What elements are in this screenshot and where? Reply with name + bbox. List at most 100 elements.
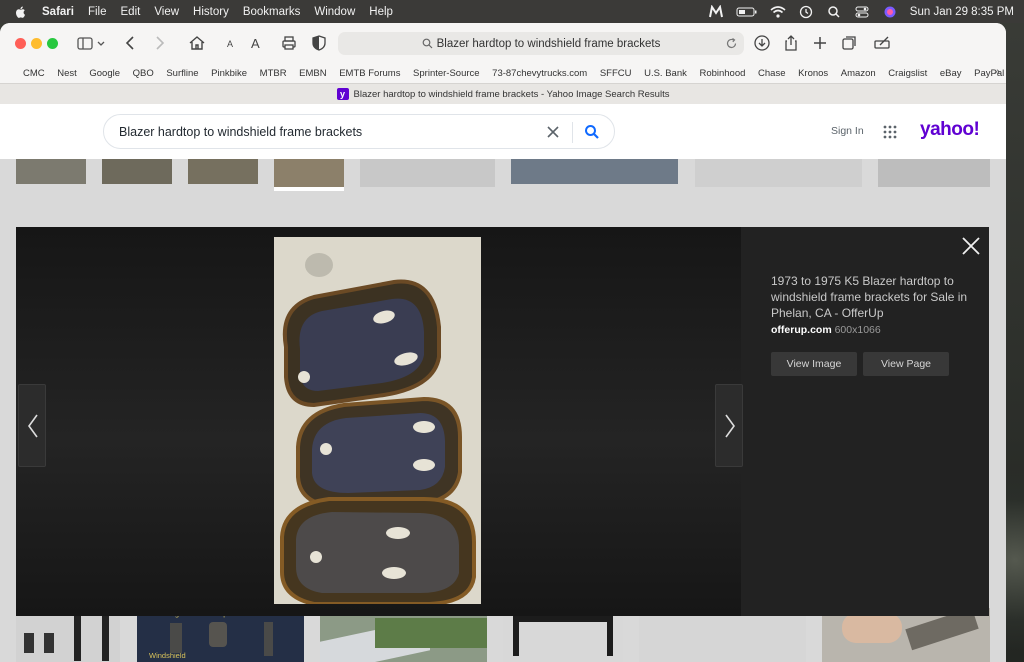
result-thumbnail[interactable]	[878, 159, 990, 187]
result-thumbnail[interactable]	[102, 159, 172, 184]
result-thumbnail[interactable]	[360, 159, 495, 187]
active-tab[interactable]: y Blazer hardtop to windshield frame bra…	[336, 88, 670, 100]
address-text: Blazer hardtop to windshield frame brack…	[436, 37, 661, 50]
chevron-down-icon[interactable]	[95, 33, 107, 53]
result-thumbnail-selected[interactable]	[274, 159, 344, 191]
menu-app-safari[interactable]: Safari	[42, 6, 74, 18]
home-icon[interactable]	[187, 33, 207, 53]
result-thumbnail[interactable]	[188, 159, 258, 184]
forward-icon[interactable]	[149, 33, 169, 53]
view-page-button[interactable]: View Page	[863, 352, 949, 376]
sign-in-link[interactable]: Sign In	[831, 125, 864, 137]
next-image-button[interactable]	[715, 384, 743, 467]
source-domain[interactable]: offerup.com	[771, 324, 832, 336]
address-bar[interactable]: Blazer hardtop to windshield frame brack…	[338, 32, 744, 55]
close-window-button[interactable]	[15, 38, 26, 49]
favorites-bar: CMC Nest Google QBO Surfline Pinkbike MT…	[0, 63, 1006, 83]
siri-icon[interactable]	[882, 5, 898, 19]
apple-icon[interactable]	[14, 5, 28, 19]
favorite-link[interactable]: SFFCU	[600, 68, 632, 79]
result-thumbnail[interactable]	[822, 607, 990, 662]
result-thumbnail[interactable]	[16, 159, 86, 184]
image-dimensions: 600x1066	[834, 324, 881, 336]
favorite-link[interactable]: Google	[89, 68, 120, 79]
preview-image[interactable]	[274, 237, 481, 604]
favorite-link[interactable]: Nest	[57, 68, 77, 79]
reading-list-icon[interactable]	[872, 33, 892, 53]
favorite-link[interactable]: Pinkbike	[211, 68, 247, 79]
text-larger-icon[interactable]: A	[247, 33, 267, 53]
menu-bar: Safari File Edit View History Bookmarks …	[0, 0, 1024, 23]
tab-title: Blazer hardtop to windshield frame brack…	[353, 88, 670, 100]
spotlight-search-icon[interactable]	[826, 5, 842, 19]
yahoo-favicon-icon: y	[336, 88, 349, 100]
search-box[interactable]: Blazer hardtop to windshield frame brack…	[103, 114, 615, 149]
safari-window: A A Blazer hardtop to windshield frame b…	[0, 23, 1006, 662]
favorite-link[interactable]: Chase	[758, 68, 785, 79]
chevron-right-icon	[725, 414, 735, 438]
search-query[interactable]: Blazer hardtop to windshield frame brack…	[119, 125, 362, 139]
favorite-link[interactable]: EMBN	[299, 68, 326, 79]
favorite-link[interactable]: Craigslist	[888, 68, 927, 79]
favorite-link[interactable]: 73-87chevytrucks.com	[492, 68, 587, 79]
previous-image-button[interactable]	[18, 384, 46, 467]
favorite-link[interactable]: MTBR	[260, 68, 287, 79]
search-icon[interactable]	[584, 124, 600, 140]
battery-icon[interactable]	[736, 5, 758, 19]
yahoo-logo[interactable]: yahoo!	[920, 119, 980, 141]
search-icon	[422, 38, 433, 49]
favorite-link[interactable]: Surfline	[166, 68, 198, 79]
svg-text:A: A	[227, 39, 233, 49]
favorite-link[interactable]: CMC	[23, 68, 45, 79]
result-thumbnail[interactable]	[511, 159, 678, 184]
result-thumbnail[interactable]: Single wall hardtop bolts Windshield	[137, 608, 304, 662]
result-thumbnail[interactable]	[503, 608, 623, 662]
favorites-overflow-icon[interactable]: »	[994, 66, 1000, 78]
result-thumbnail[interactable]	[639, 608, 806, 662]
chevron-left-icon	[28, 414, 38, 438]
image-title[interactable]: 1973 to 1975 K5 Blazer hardtop to windsh…	[771, 273, 971, 321]
back-icon[interactable]	[121, 33, 141, 53]
tab-bar: y Blazer hardtop to windshield frame bra…	[0, 83, 1006, 104]
share-icon[interactable]	[781, 33, 801, 53]
favorite-link[interactable]: Amazon	[841, 68, 876, 79]
privacy-shield-icon[interactable]	[309, 33, 329, 53]
brackets-photo	[274, 237, 481, 604]
result-thumbnail[interactable]	[16, 608, 120, 662]
menu-edit[interactable]: Edit	[121, 6, 141, 18]
result-thumbnail[interactable]	[320, 608, 487, 662]
reload-icon[interactable]	[725, 37, 738, 50]
favorite-link[interactable]: QBO	[133, 68, 154, 79]
favorite-link[interactable]: EMTB Forums	[339, 68, 400, 79]
menu-bookmarks[interactable]: Bookmarks	[243, 6, 301, 18]
close-icon[interactable]	[961, 236, 981, 256]
menubar-clock[interactable]: Sun Jan 29 8:35 PM	[910, 6, 1014, 18]
clear-search-icon[interactable]	[545, 124, 561, 140]
view-image-button[interactable]: View Image	[771, 352, 857, 376]
favorite-link[interactable]: Kronos	[798, 68, 828, 79]
result-thumbnail[interactable]	[695, 159, 862, 187]
text-smaller-icon[interactable]: A	[221, 33, 241, 53]
apps-grid-icon[interactable]	[883, 125, 897, 139]
wifi-icon[interactable]	[770, 5, 786, 19]
menu-history[interactable]: History	[193, 6, 229, 18]
minimize-window-button[interactable]	[31, 38, 42, 49]
menu-help[interactable]: Help	[369, 6, 393, 18]
time-machine-icon[interactable]	[798, 5, 814, 19]
new-tab-icon[interactable]	[810, 33, 830, 53]
favorite-link[interactable]: eBay	[940, 68, 962, 79]
menu-window[interactable]: Window	[314, 6, 355, 18]
favorite-link[interactable]: Robinhood	[699, 68, 745, 79]
favorite-link[interactable]: Sprinter-Source	[413, 68, 480, 79]
print-icon[interactable]	[279, 33, 299, 53]
tab-overview-icon[interactable]	[839, 33, 859, 53]
menu-file[interactable]: File	[88, 6, 107, 18]
zoom-window-button[interactable]	[47, 38, 58, 49]
sidebar-toggle-icon[interactable]	[75, 33, 95, 53]
download-icon[interactable]	[752, 33, 772, 53]
favorite-link[interactable]: U.S. Bank	[644, 68, 687, 79]
malwarebytes-icon[interactable]	[708, 4, 724, 19]
image-preview-overlay: 1973 to 1975 K5 Blazer hardtop to windsh…	[16, 227, 989, 616]
menu-view[interactable]: View	[154, 6, 179, 18]
control-center-icon[interactable]	[854, 5, 870, 19]
